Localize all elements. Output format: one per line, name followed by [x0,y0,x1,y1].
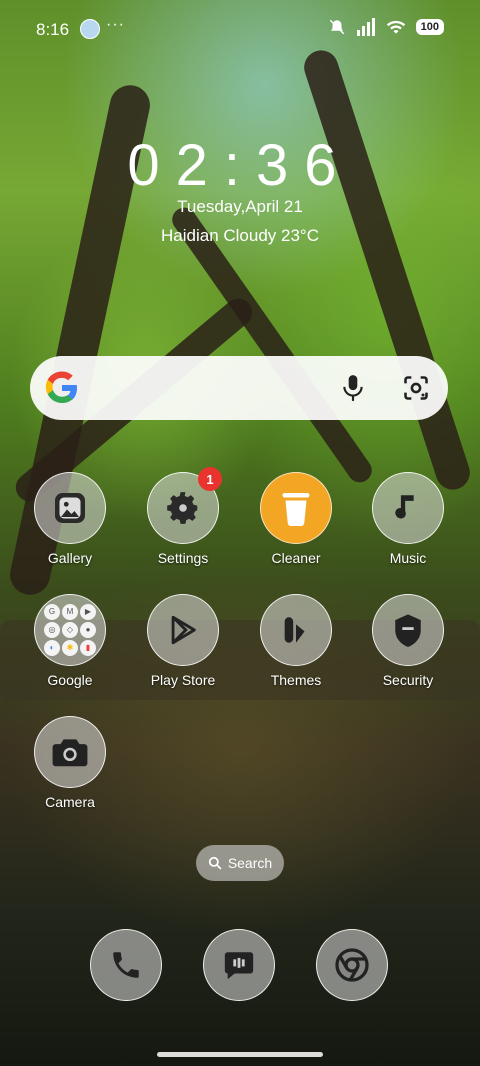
app-label: Themes [270,672,322,688]
weather-icon [80,19,100,39]
app-camera[interactable]: Camera [15,716,125,810]
app-security[interactable]: Security [353,594,463,688]
app-music[interactable]: Music [353,472,463,566]
shield-icon [372,594,444,666]
app-label: Music [389,550,427,566]
app-themes[interactable]: Themes [241,594,351,688]
folder-app-icon: ▮ [80,640,96,656]
search-label: Search [227,855,273,871]
folder-app-icon: G [44,604,60,620]
trash-icon [260,472,332,544]
mute-icon [329,19,344,35]
chrome-icon [316,929,388,1001]
folder-app-icon: ◇ [62,622,78,638]
home-indicator[interactable] [157,1052,323,1057]
app-play-store[interactable]: Play Store [128,594,238,688]
folder-app-icon: ● [80,622,96,638]
gallery-icon [34,472,106,544]
search-icon [208,856,222,870]
more-notifications-icon: ··· [106,16,125,33]
messages-icon [203,929,275,1001]
app-search-button[interactable]: Search [196,845,284,881]
folder-app-icon: ✱ [62,640,78,656]
status-time: 8:16 [36,20,70,39]
phone-icon [90,929,162,1001]
music-note-icon [372,472,444,544]
dock-messages[interactable] [184,929,294,1001]
app-label: Gallery [47,550,93,566]
folder-app-icon: M [62,604,78,620]
themes-icon [260,594,332,666]
app-label: Camera [45,794,95,810]
play-store-icon [147,594,219,666]
wifi-icon [386,20,405,34]
app-cleaner[interactable]: Cleaner [241,472,351,566]
clock-date[interactable]: Tuesday,April 21 [0,197,480,217]
gear-icon: 1 [147,467,222,544]
app-label: Security [382,672,434,688]
weather-summary[interactable]: Haidian Cloudy 23°C [0,226,480,246]
app-label: Cleaner [271,550,321,566]
app-settings[interactable]: 1 Settings [128,467,238,566]
dock-chrome[interactable] [297,929,407,1001]
status-icons: 100 [328,18,444,36]
notification-badge: 1 [198,467,222,491]
google-search-bar[interactable] [30,356,448,420]
folder-app-icon: ▶ [80,604,96,620]
folder-app-icon: ◐ [44,640,60,656]
clock-time[interactable]: 02:36 [0,132,480,199]
google-g-icon [45,371,77,403]
dock-phone[interactable] [71,929,181,1001]
app-label: Play Store [150,672,216,688]
battery-icon: 100 [415,19,444,35]
google-lens-icon[interactable] [402,374,430,402]
app-gallery[interactable]: Gallery [15,472,125,566]
app-label: Google [47,672,93,688]
status-bar: 8:16 ··· 100 [0,0,480,60]
app-google-folder[interactable]: G M ▶ ◎ ◇ ● ◐ ✱ ▮ Google [15,594,125,688]
folder-app-icon: ◎ [44,622,60,638]
camera-icon [34,716,106,788]
app-label: Settings [157,550,209,566]
signal-icon [356,18,375,36]
microphone-icon[interactable] [340,374,366,402]
google-folder-icon: G M ▶ ◎ ◇ ● ◐ ✱ ▮ [34,594,106,666]
